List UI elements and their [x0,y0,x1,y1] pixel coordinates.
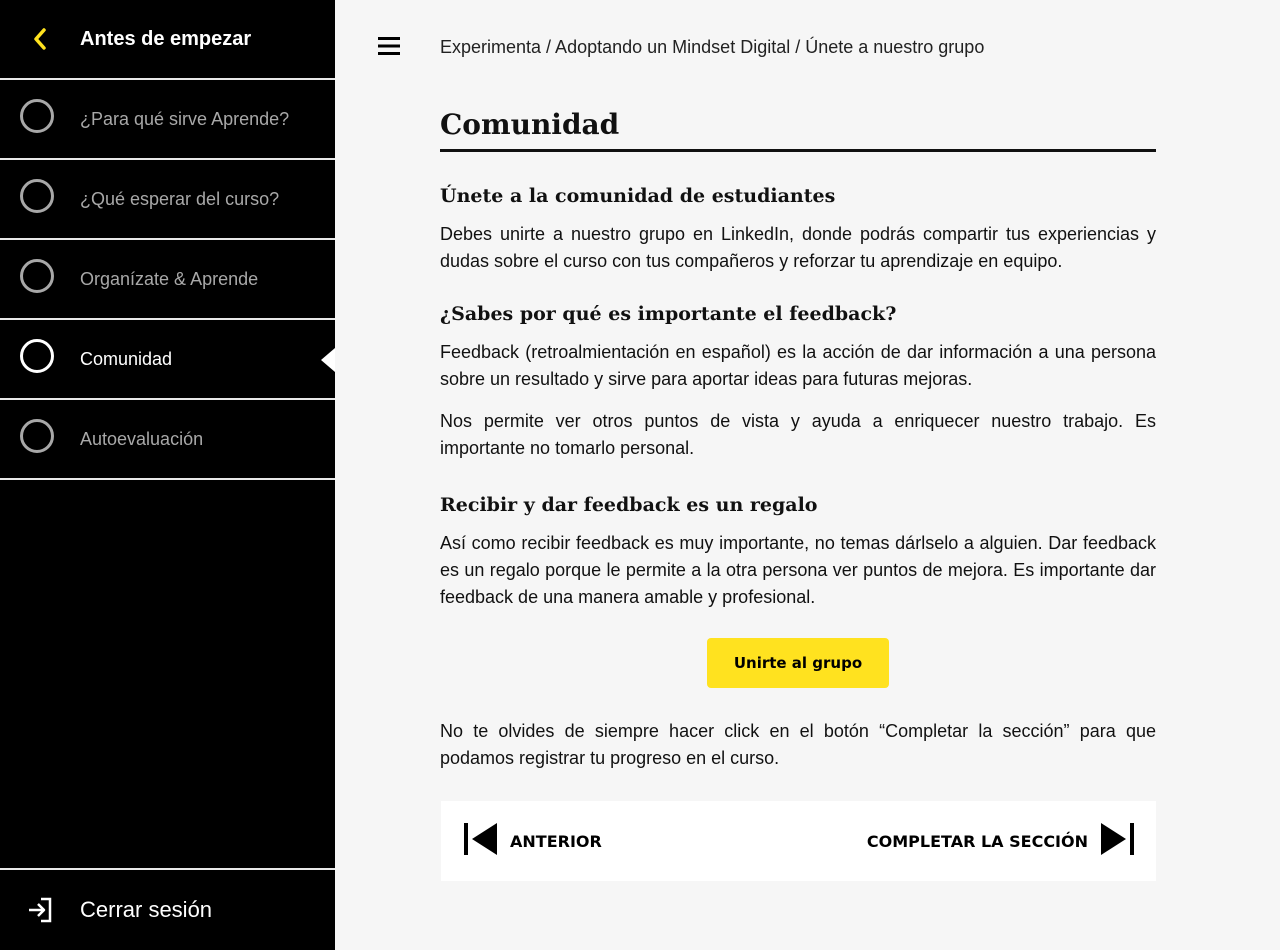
section-heading: ¿Sabes por qué es importante el feedback… [440,303,897,325]
main-content: Comunidad Únete a la comunidad de estudi… [440,108,1156,772]
sidebar-item-comunidad[interactable]: Comunidad [0,320,335,400]
cta-wrapper: Unirte al grupo [440,638,1156,688]
status-circle-icon [20,99,54,133]
logout-label: Cerrar sesión [80,897,213,922]
sidebar-item-label: Organízate & Aprende [80,268,259,289]
previous-button[interactable]: ANTERIOR [464,823,602,859]
sidebar-title: Antes de empezar [80,27,252,50]
status-circle-icon [20,339,54,373]
previous-label: ANTERIOR [510,831,602,851]
chevron-left-icon[interactable] [0,28,80,50]
sidebar-item-que-esperar[interactable]: ¿Qué esperar del curso? [0,160,335,240]
sidebar-item-label: ¿Qué esperar del curso? [80,188,280,209]
sidebar-item-label: Comunidad [80,348,173,369]
skip-previous-icon [464,823,498,859]
sidebar-item-para-que-sirve[interactable]: ¿Para qué sirve Aprende? [0,80,335,160]
logout-icon [0,897,80,923]
section-nav: ANTERIOR COMPLETAR LA SECCIÓN [441,801,1156,881]
complete-section-button[interactable]: COMPLETAR LA SECCIÓN [867,823,1134,859]
active-pointer-icon [321,348,335,372]
sidebar-header: Antes de empezar [0,0,335,80]
skip-next-icon [1100,823,1134,859]
reminder-text: No te olvides de siempre hacer click en … [440,721,1156,768]
page-title: Comunidad [440,108,1156,152]
status-circle-icon [20,259,54,293]
sidebar-item-label: ¿Para qué sirve Aprende? [80,108,290,129]
status-circle-icon [20,179,54,213]
section-heading: Únete a la comunidad de estudiantes [440,185,836,207]
section-paragraph: Debes unirte a nuestro grupo en LinkedIn… [440,224,1156,271]
section-paragraph: Feedback (retroalmientación en español) … [440,342,1156,389]
section-paragraph: Así como recibir feedback es muy importa… [440,533,1156,607]
logout-button[interactable]: Cerrar sesión [0,868,335,950]
section-heading: Recibir y dar feedback es un regalo [440,494,818,516]
sidebar: Antes de empezar ¿Para qué sirve Aprende… [0,0,335,950]
sidebar-item-organizate[interactable]: Organízate & Aprende [0,240,335,320]
menu-icon[interactable] [378,36,400,60]
sidebar-item-label: Autoevaluación [80,428,204,449]
sidebar-item-autoevaluacion[interactable]: Autoevaluación [0,400,335,480]
section-paragraph: Nos permite ver otros puntos de vista y … [440,411,1156,458]
breadcrumb: Experimenta / Adoptando un Mindset Digit… [440,37,985,57]
join-group-button[interactable]: Unirte al grupo [707,638,889,688]
complete-section-label: COMPLETAR LA SECCIÓN [866,831,1088,851]
status-circle-icon [20,419,54,453]
